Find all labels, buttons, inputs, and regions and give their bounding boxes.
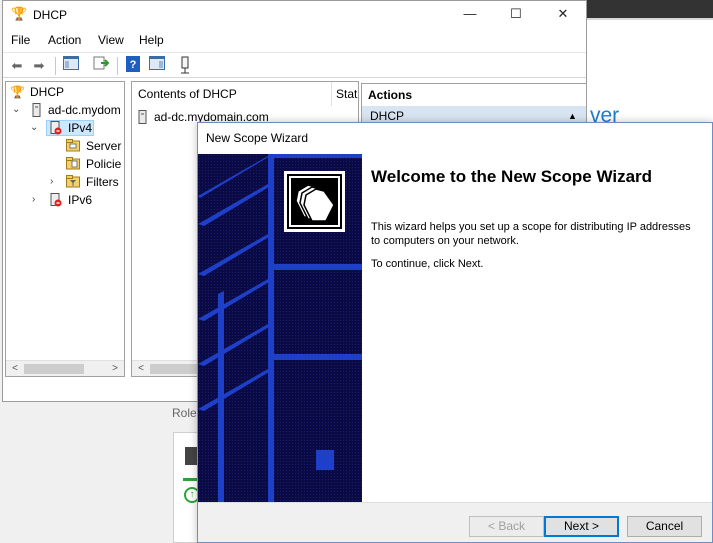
tree-item-filters[interactable]: › Filters bbox=[6, 173, 124, 191]
server-manager-lower-area bbox=[0, 402, 200, 543]
ipv6-node-icon bbox=[50, 193, 64, 207]
show-hide-action-pane-icon[interactable] bbox=[147, 56, 167, 76]
tree-item-server-options[interactable]: Server bbox=[6, 137, 124, 155]
scroll-left-arrow-icon[interactable]: < bbox=[133, 362, 149, 376]
tree-item-ipv6[interactable]: › IPv6 bbox=[6, 191, 124, 209]
close-button[interactable]: ✕ bbox=[540, 1, 586, 29]
ipv4-node-icon bbox=[50, 121, 64, 135]
wizard-continue-hint: To continue, click Next. bbox=[371, 258, 484, 270]
tree-item-dhcp[interactable]: 🏆 DHCP bbox=[6, 83, 124, 101]
scrollbar-thumb[interactable] bbox=[150, 364, 200, 374]
back-arrow-icon[interactable]: ⬅ bbox=[7, 56, 27, 76]
new-scope-wizard-dialog: New Scope Wizard Welcome to the New Scop… bbox=[197, 122, 713, 543]
server-icon bbox=[138, 110, 152, 124]
wizard-title[interactable]: New Scope Wizard bbox=[198, 123, 712, 154]
toolbar: ⬅ ➡ ? bbox=[3, 52, 586, 78]
column-header-status[interactable]: Stat bbox=[332, 82, 358, 106]
server-refresh-icon[interactable] bbox=[175, 56, 195, 76]
server-manager-divider bbox=[586, 18, 713, 20]
scrollbar-thumb[interactable] bbox=[24, 364, 84, 374]
dhcp-trophy-icon: 🏆 bbox=[10, 85, 25, 99]
tree-item-label: IPv4 bbox=[68, 121, 93, 135]
dhcp-titlebar[interactable]: 🏆 DHCP — ☐ ✕ bbox=[3, 1, 586, 29]
tree-item-label: Policie bbox=[86, 157, 122, 171]
console-tree: 🏆 DHCP ⌄ ad-dc.mydom ⌄ IPv4 Server Polic… bbox=[5, 81, 125, 377]
scroll-right-arrow-icon[interactable]: > bbox=[107, 362, 123, 376]
forward-arrow-icon[interactable]: ➡ bbox=[29, 56, 49, 76]
wizard-body: Welcome to the New Scope Wizard This wiz… bbox=[362, 154, 712, 502]
menu-bar: File Action View Help bbox=[3, 31, 586, 51]
scroll-left-arrow-icon[interactable]: < bbox=[7, 362, 23, 376]
chevron-right-icon[interactable]: › bbox=[32, 191, 42, 209]
show-hide-console-tree-icon[interactable] bbox=[61, 56, 81, 76]
next-button[interactable]: Next > bbox=[544, 516, 619, 537]
svg-text:?: ? bbox=[130, 59, 137, 71]
wizard-description: This wizard helps you set up a scope for… bbox=[371, 221, 691, 247]
chevron-down-icon[interactable]: ⌄ bbox=[30, 119, 40, 137]
minimize-button[interactable]: — bbox=[447, 1, 493, 29]
folders-icon bbox=[284, 171, 345, 232]
wizard-footer: < Back Next > Cancel bbox=[198, 502, 712, 542]
cancel-button[interactable]: Cancel bbox=[627, 516, 702, 537]
menu-help[interactable]: Help bbox=[139, 33, 164, 47]
chevron-right-icon[interactable]: › bbox=[50, 173, 60, 191]
filters-icon bbox=[66, 175, 80, 189]
window-title: DHCP bbox=[33, 8, 68, 22]
wizard-heading: Welcome to the New Scope Wizard bbox=[371, 167, 653, 186]
actions-section-label: DHCP bbox=[370, 109, 405, 123]
toolbar-separator bbox=[117, 57, 118, 75]
wizard-banner bbox=[198, 154, 362, 502]
server-icon bbox=[32, 103, 46, 117]
tree-item-label: DHCP bbox=[30, 85, 65, 99]
tree-horizontal-scrollbar[interactable]: < > bbox=[6, 360, 124, 376]
actions-header: Actions bbox=[362, 84, 586, 106]
toolbar-separator bbox=[55, 57, 56, 75]
policies-folder-icon bbox=[66, 157, 80, 171]
maximize-button[interactable]: ☐ bbox=[493, 1, 539, 29]
tree-item-label: Server bbox=[86, 139, 122, 153]
tree-item-ipv4[interactable]: ⌄ IPv4 bbox=[6, 119, 124, 137]
dhcp-app-icon: 🏆 bbox=[11, 6, 28, 21]
chevron-down-icon[interactable]: ⌄ bbox=[12, 101, 22, 119]
server-options-icon bbox=[66, 139, 80, 153]
column-header-contents[interactable]: Contents of DHCP bbox=[132, 82, 332, 106]
back-button[interactable]: < Back bbox=[469, 516, 544, 537]
tree-item-label: IPv6 bbox=[68, 193, 93, 207]
export-list-icon[interactable] bbox=[91, 56, 111, 76]
tree-item-label: ad-dc.mydom bbox=[48, 103, 121, 117]
menu-action[interactable]: Action bbox=[48, 33, 81, 47]
menu-view[interactable]: View bbox=[98, 33, 124, 47]
tree-item-label: Filters bbox=[86, 175, 119, 189]
tree-item-server[interactable]: ⌄ ad-dc.mydom bbox=[6, 101, 124, 119]
help-icon[interactable]: ? bbox=[123, 56, 143, 76]
tree-item-policies[interactable]: Policie bbox=[6, 155, 124, 173]
server-manager-titlebar bbox=[586, 0, 713, 18]
menu-file[interactable]: File bbox=[11, 33, 30, 47]
